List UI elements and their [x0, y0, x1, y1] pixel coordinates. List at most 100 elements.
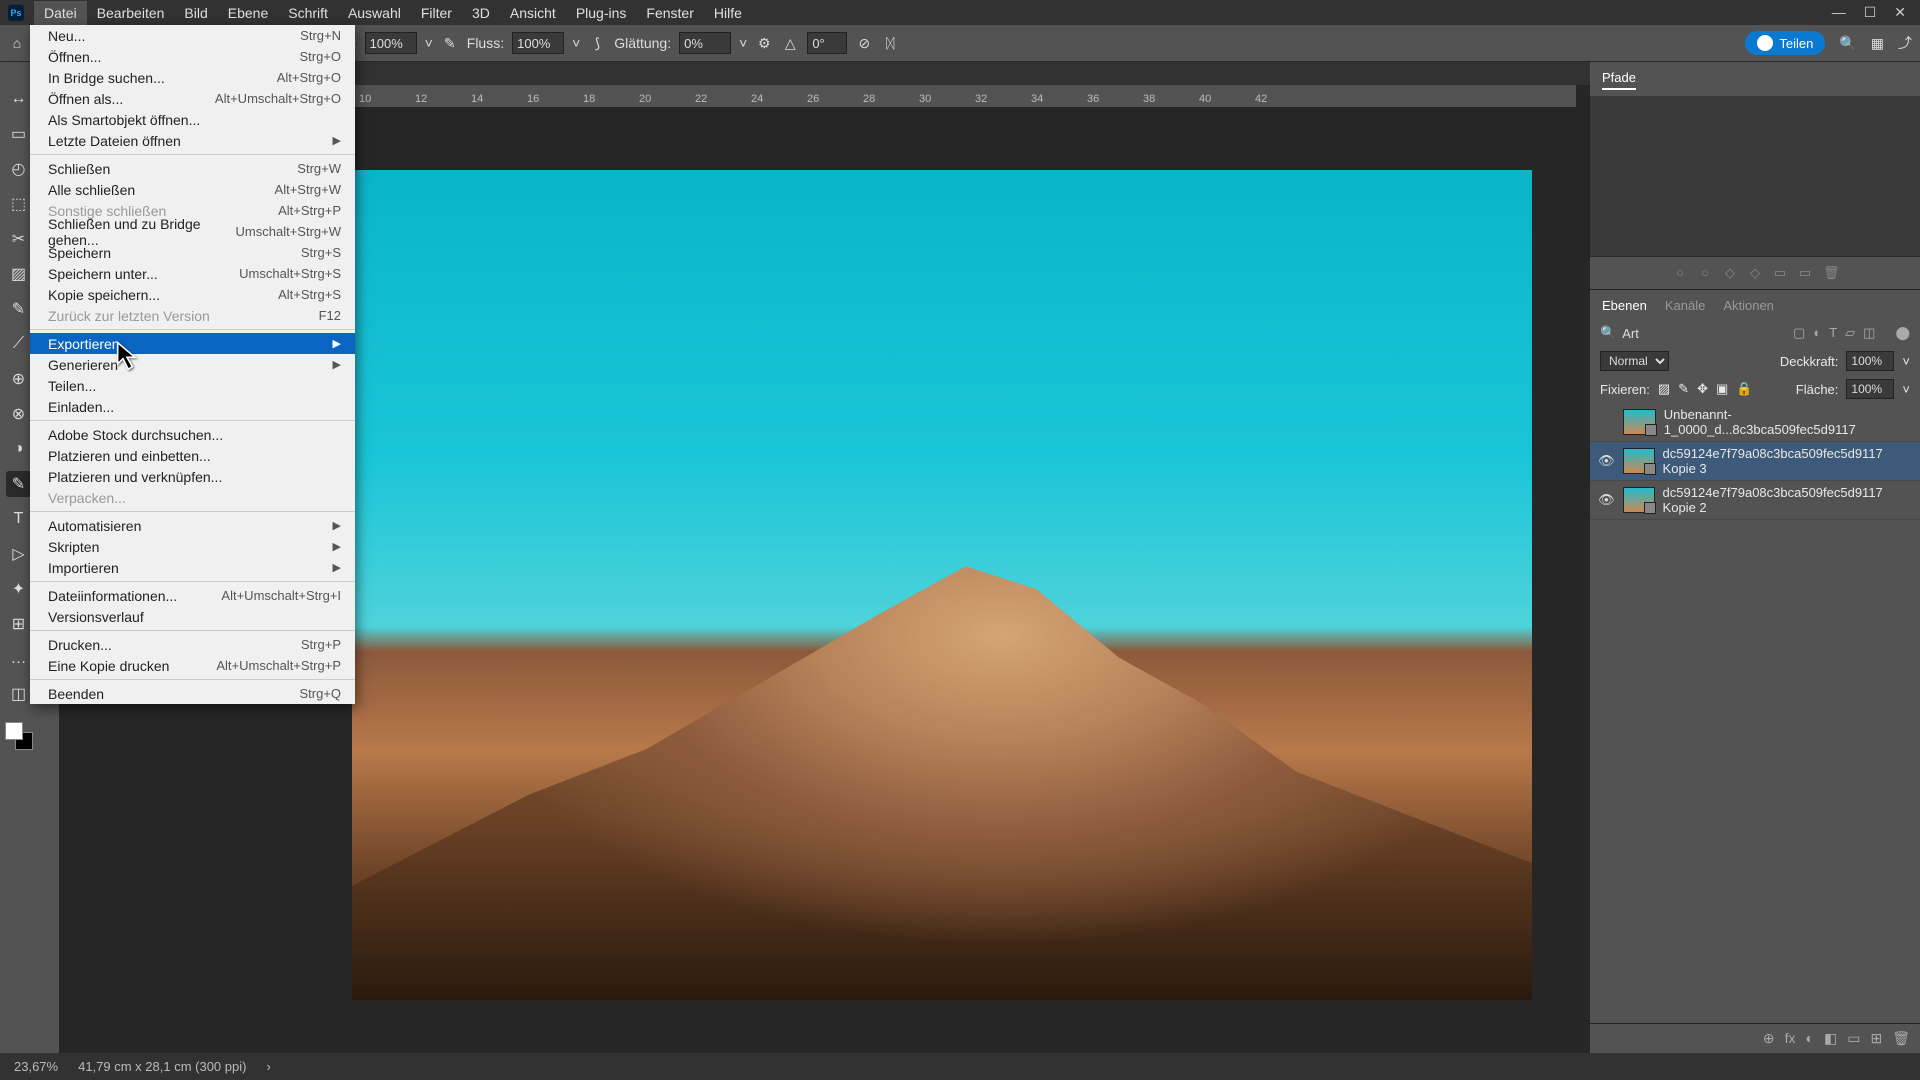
layer-row[interactable]: Unbenannt-1_0000_d...8c3bca509fec5d9117 [1590, 403, 1920, 442]
smoothing-input[interactable] [679, 32, 731, 54]
menu-item-platzieren-und-einbetten[interactable]: Platzieren und einbetten... [30, 445, 355, 466]
filter-smart-icon[interactable]: ◫ [1863, 325, 1875, 341]
tool-14[interactable]: ✦ [6, 576, 32, 602]
layer-footer-icon[interactable]: ▭ [1847, 1030, 1860, 1047]
menu-item-schlie-en[interactable]: SchließenStrg+W [30, 158, 355, 179]
menu-item-teilen[interactable]: Teilen... [30, 375, 355, 396]
smoothing-settings-icon[interactable]: ⚙ [755, 34, 773, 52]
menu-fenster[interactable]: Fenster [636, 1, 703, 25]
menu-datei[interactable]: Datei [34, 1, 87, 25]
tool-9[interactable]: ⊗ [6, 401, 32, 427]
layer-thumbnail[interactable] [1623, 409, 1656, 435]
menu-item-importieren[interactable]: Importieren▶ [30, 557, 355, 578]
menu-item-drucken[interactable]: Drucken...Strg+P [30, 634, 355, 655]
tool-17[interactable]: ◫ [6, 681, 32, 707]
smoothing-dropdown-icon[interactable]: ˅ [739, 35, 747, 51]
layer-footer-icon[interactable]: ◐ [1806, 1030, 1814, 1047]
menu-auswahl[interactable]: Auswahl [338, 1, 411, 25]
layer-footer-icon[interactable]: ◧ [1824, 1030, 1837, 1047]
path-footer-icon[interactable]: ◇ [1723, 265, 1737, 281]
tab-paths[interactable]: Pfade [1602, 70, 1636, 90]
lock-pixels-icon[interactable]: ✎ [1678, 381, 1689, 397]
path-footer-icon[interactable]: ○ [1698, 265, 1712, 281]
pressure-opacity-icon[interactable]: ✎ [441, 34, 459, 52]
menu-item-alle-schlie-en[interactable]: Alle schließenAlt+Strg+W [30, 179, 355, 200]
export-icon[interactable]: ⤴ [1898, 33, 1912, 53]
menu-schrift[interactable]: Schrift [278, 1, 338, 25]
menu-item-einladen[interactable]: Einladen... [30, 396, 355, 417]
path-footer-icon[interactable]: 🗑 [1823, 265, 1837, 281]
layer-footer-icon[interactable]: 🗑 [1892, 1030, 1910, 1047]
menu-ebene[interactable]: Ebene [218, 1, 278, 25]
menu-item-speichern[interactable]: SpeichernStrg+S [30, 242, 355, 263]
share-button[interactable]: Teilen [1745, 31, 1825, 55]
layer-row[interactable]: 👁dc59124e7f79a08c3bca509fec5d9117 Kopie … [1590, 442, 1920, 481]
menu-item-letzte-dateien-ffnen[interactable]: Letzte Dateien öffnen▶ [30, 130, 355, 151]
menu-plug-ins[interactable]: Plug-ins [566, 1, 637, 25]
tool-0[interactable]: ↔ [6, 86, 32, 112]
layer-footer-icon[interactable]: fx [1785, 1030, 1796, 1047]
visibility-icon[interactable]: 👁 [1598, 492, 1615, 508]
filter-type-icon[interactable]: T [1829, 325, 1837, 341]
symmetry-icon[interactable]: ᛞ [881, 34, 899, 52]
close-button[interactable]: ✕ [1894, 4, 1906, 21]
menu-item-ffnen-als[interactable]: Öffnen als...Alt+Umschalt+Strg+O [30, 88, 355, 109]
minimize-button[interactable]: — [1832, 4, 1846, 21]
path-footer-icon[interactable]: ▭ [1773, 265, 1787, 281]
opacity-input[interactable] [365, 32, 417, 54]
blend-mode-select[interactable]: Normal [1600, 351, 1669, 371]
layer-footer-icon[interactable]: ⊞ [1870, 1030, 1882, 1047]
menu-item-neu[interactable]: Neu...Strg+N [30, 25, 355, 46]
menu-ansicht[interactable]: Ansicht [500, 1, 566, 25]
opacity-dropdown-icon[interactable]: ˅ [1902, 354, 1910, 369]
menu-item-skripten[interactable]: Skripten▶ [30, 536, 355, 557]
layer-opacity-input[interactable] [1846, 351, 1894, 371]
tool-1[interactable]: ▭ [6, 121, 32, 147]
tab-ebenen[interactable]: Ebenen [1602, 298, 1647, 313]
visibility-icon[interactable]: 👁 [1598, 453, 1615, 469]
menu-item-automatisieren[interactable]: Automatisieren▶ [30, 515, 355, 536]
tool-10[interactable]: ◑ [6, 436, 32, 462]
filter-type-input[interactable] [1622, 326, 1682, 341]
path-footer-icon[interactable]: ○ [1673, 265, 1687, 281]
tab-aktionen[interactable]: Aktionen [1723, 298, 1774, 313]
filter-shape-icon[interactable]: ▱ [1845, 325, 1855, 341]
lock-position-icon[interactable]: ✥ [1697, 381, 1708, 397]
menu-bearbeiten[interactable]: Bearbeiten [87, 1, 175, 25]
workspace-icon[interactable]: ▦ [1871, 35, 1884, 52]
zoom-level[interactable]: 23,67% [14, 1059, 58, 1074]
menu-3d[interactable]: 3D [462, 1, 500, 25]
fill-input[interactable] [1846, 379, 1894, 399]
filter-pixel-icon[interactable]: ▢ [1793, 325, 1805, 341]
tool-11[interactable]: ✎ [6, 471, 32, 497]
tool-12[interactable]: T [6, 506, 32, 532]
menu-hilfe[interactable]: Hilfe [704, 1, 752, 25]
menu-item-als-smartobjekt-ffnen[interactable]: Als Smartobjekt öffnen... [30, 109, 355, 130]
menu-bild[interactable]: Bild [174, 1, 217, 25]
airbrush-icon[interactable]: ⟆ [588, 34, 606, 52]
angle-input[interactable] [807, 32, 847, 54]
fill-dropdown-icon[interactable]: ˅ [1902, 382, 1910, 397]
filter-toggle-icon[interactable]: ⬤ [1895, 325, 1910, 341]
search-icon[interactable]: 🔍 [1600, 325, 1616, 341]
menu-item-speichern-unter[interactable]: Speichern unter...Umschalt+Strg+S [30, 263, 355, 284]
path-footer-icon[interactable]: ◇ [1748, 265, 1762, 281]
home-icon[interactable]: ⌂ [8, 34, 26, 52]
menu-item-schlie-en-und-zu-bridge-gehen[interactable]: Schließen und zu Bridge gehen...Umschalt… [30, 221, 355, 242]
menu-item-in-bridge-suchen[interactable]: In Bridge suchen...Alt+Strg+O [30, 67, 355, 88]
search-icon[interactable]: 🔍 [1839, 35, 1856, 52]
menu-item-adobe-stock-durchsuchen[interactable]: Adobe Stock durchsuchen... [30, 424, 355, 445]
filter-adjust-icon[interactable]: ◐ [1813, 325, 1821, 341]
tool-16[interactable]: … [6, 646, 32, 672]
artboard[interactable] [352, 170, 1532, 1000]
flow-dropdown-icon[interactable]: ˅ [572, 35, 580, 51]
layer-thumbnail[interactable] [1623, 487, 1655, 513]
menu-item-versionsverlauf[interactable]: Versionsverlauf [30, 606, 355, 627]
lock-transparency-icon[interactable]: ▨ [1658, 381, 1670, 397]
status-arrow-icon[interactable]: › [266, 1059, 270, 1074]
menu-item-eine-kopie-drucken[interactable]: Eine Kopie druckenAlt+Umschalt+Strg+P [30, 655, 355, 676]
menu-item-generieren[interactable]: Generieren▶ [30, 354, 355, 375]
tool-5[interactable]: ▨ [6, 261, 32, 287]
tool-3[interactable]: ⬚ [6, 191, 32, 217]
menu-item-dateiinformationen[interactable]: Dateiinformationen...Alt+Umschalt+Strg+I [30, 585, 355, 606]
